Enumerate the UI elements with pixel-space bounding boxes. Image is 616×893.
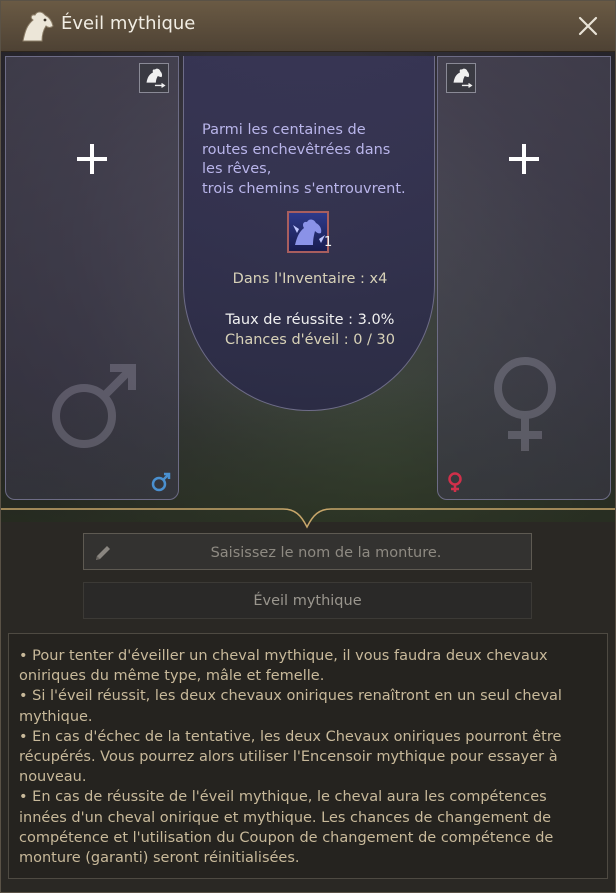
male-horse-slot[interactable]: [5, 56, 179, 500]
section-divider: [1, 508, 615, 529]
success-rate: Taux de réussite : 3.0%: [225, 312, 395, 328]
close-icon[interactable]: [575, 13, 601, 39]
mythic-horse-item-icon: [293, 219, 325, 245]
description-line: • Pour tenter d'éveiller un cheval mythi…: [19, 648, 548, 664]
female-symbol-watermark: [494, 357, 556, 451]
description-box: • Pour tenter d'éveiller un cheval mythi…: [8, 633, 608, 879]
awakening-chances: Chances d'éveil : 0 / 30: [225, 332, 395, 348]
plus-icon[interactable]: [75, 142, 109, 176]
item-count: 1: [324, 235, 333, 250]
mythic-awakening-button-label: Éveil mythique: [253, 592, 362, 609]
flavor-line: trois chemins s'entrouvrent.: [202, 180, 406, 197]
flavor-line: routes enchevêtrées dans: [202, 141, 391, 158]
description-line: mythique.: [19, 708, 93, 725]
description-line: innées d'un cheval onirique et mythique.…: [19, 809, 552, 826]
male-symbol-watermark: [52, 364, 136, 448]
required-item[interactable]: 1: [287, 211, 333, 253]
male-icon: [151, 472, 171, 492]
description-line: récupérés. Vous pourrez alors utiliser l…: [19, 749, 558, 766]
window-title: Éveil mythique: [61, 13, 196, 34]
female-horse-slot[interactable]: [437, 56, 611, 500]
required-item-slot: 1: [277, 199, 343, 263]
horse-head-icon: [22, 11, 54, 42]
description-line: oniriques du même type, mâle et femelle.: [19, 668, 325, 685]
description-line: • En cas de réussite de l'éveil mythique…: [19, 789, 547, 806]
center-info-panel: Parmi les centaines de routes enchevêtré…: [183, 56, 435, 411]
flavor-text: Parmi les centaines de routes enchevêtré…: [202, 121, 427, 199]
description-line: • Si l'éveil réussit, les deux chevaux o…: [19, 688, 562, 705]
horse-swap-icon[interactable]: [446, 63, 476, 93]
description-line: monture (garanti) seront réinitialisées.: [19, 850, 300, 867]
mount-name-input[interactable]: [124, 539, 528, 566]
mythic-awakening-window: Éveil mythique Parmi les centaines de ro…: [0, 0, 616, 893]
description-line: • En cas d'échec de la tentative, les de…: [19, 728, 562, 745]
horse-swap-icon[interactable]: [139, 63, 169, 93]
plus-icon[interactable]: [507, 142, 541, 176]
flavor-line: les rêves,: [202, 161, 272, 177]
flavor-line: Parmi les centaines de: [202, 122, 366, 138]
description-line: compétence et l'utilisation du Coupon de…: [19, 829, 554, 846]
title-bar[interactable]: Éveil mythique: [1, 1, 615, 52]
description-line: nouveau.: [19, 769, 87, 786]
inventory-count: Dans l'Inventaire : x4: [232, 271, 388, 287]
mount-name-field[interactable]: [83, 533, 532, 570]
mythic-awakening-button[interactable]: Éveil mythique: [83, 582, 532, 619]
pencil-icon: [96, 546, 110, 560]
female-icon: [448, 472, 462, 492]
